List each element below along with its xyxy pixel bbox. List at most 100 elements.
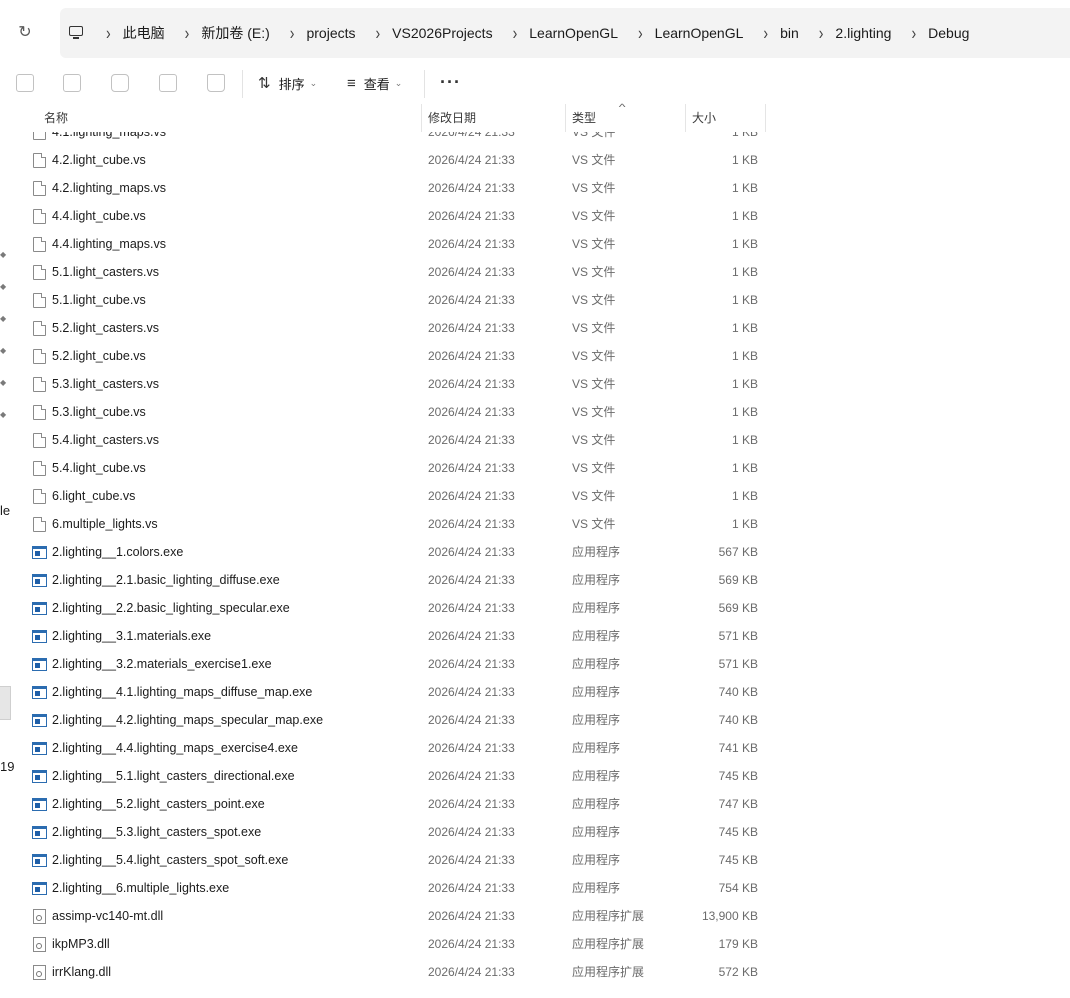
chevron-right-icon[interactable]: › xyxy=(911,23,916,44)
command-bar: ⇅ 排序 ⌄ ≡ 查看 ⌄ ··· xyxy=(0,62,1070,105)
breadcrumb-item[interactable]: LearnOpenGL xyxy=(529,25,618,41)
file-row[interactable]: 5.1.light_casters.vs 2026/4/24 21:33 VS 文件… xyxy=(0,258,1070,286)
file-row[interactable]: 5.2.light_cube.vs 2026/4/24 21:33 VS 文件 1 K… xyxy=(0,342,1070,370)
breadcrumb-item[interactable]: VS2026Projects xyxy=(392,25,492,41)
breadcrumb-item[interactable]: 新加卷 (E:) xyxy=(201,23,269,43)
file-row[interactable]: 2.lighting__4.1.lighting_maps_diffuse_ma… xyxy=(0,678,1070,706)
chevron-right-icon[interactable]: › xyxy=(638,23,643,44)
file-type: 应用程序 xyxy=(572,601,621,615)
breadcrumb-item[interactable]: LearnOpenGL xyxy=(655,25,744,41)
file-row[interactable]: 2.lighting__4.4.lighting_maps_exercise4.… xyxy=(0,734,1070,762)
file-row[interactable]: 2.lighting__5.2.light_casters_point.exe 2… xyxy=(0,790,1070,818)
doc-icon xyxy=(33,181,46,196)
file-row[interactable]: 5.4.light_casters.vs 2026/4/24 21:33 VS 文件… xyxy=(0,426,1070,454)
file-row[interactable]: irrKlang.dll 2026/4/24 21:33 应用程序扩展 572 KB xyxy=(0,958,1070,986)
file-date: 2026/4/24 21:33 xyxy=(428,825,515,839)
chevron-right-icon[interactable]: › xyxy=(513,23,518,44)
file-row[interactable]: 5.4.light_cube.vs 2026/4/24 21:33 VS 文件 1 K… xyxy=(0,454,1070,482)
file-size: 1 KB xyxy=(731,209,758,223)
file-row[interactable]: 5.2.light_casters.vs 2026/4/24 21:33 VS 文件… xyxy=(0,314,1070,342)
sort-button[interactable]: ⇅ 排序 ⌄ xyxy=(258,72,317,94)
view-button[interactable]: ≡ 查看 ⌄ xyxy=(347,72,402,94)
file-row[interactable]: 2.lighting__5.1.light_casters_directiona… xyxy=(0,762,1070,790)
file-row[interactable]: 2.lighting__3.2.materials_exercise1.exe 2… xyxy=(0,650,1070,678)
chevron-right-icon[interactable]: › xyxy=(185,23,190,44)
breadcrumb-item[interactable]: bin xyxy=(780,25,799,41)
column-divider[interactable] xyxy=(685,104,686,132)
file-row[interactable]: 6.multiple_lights.vs 2026/4/24 21:33 VS 文件… xyxy=(0,510,1070,538)
file-size: 571 KB xyxy=(718,657,758,671)
file-type: VS 文件 xyxy=(572,377,616,391)
chevron-right-icon[interactable]: › xyxy=(819,23,824,44)
file-name: irrKlang.dll xyxy=(52,965,112,979)
more-options-button[interactable]: ··· xyxy=(440,72,461,93)
file-date: 2026/4/24 21:33 xyxy=(428,629,515,643)
breadcrumb[interactable]: › 此电脑 › 新加卷 (E:) › projects › VS2026Proj… xyxy=(60,8,1070,58)
file-row[interactable]: 4.4.light_cube.vs 2026/4/24 21:33 VS 文件 1 K… xyxy=(0,202,1070,230)
breadcrumb-item[interactable]: 2.lighting xyxy=(835,25,891,41)
file-size: 571 KB xyxy=(718,629,758,643)
file-row[interactable]: assimp-vc140-mt.dll 2026/4/24 21:33 应用程序扩展… xyxy=(0,902,1070,930)
file-row[interactable]: 4.2.light_cube.vs 2026/4/24 21:33 VS 文件 1 K… xyxy=(0,146,1070,174)
exe-icon xyxy=(32,798,47,811)
delete-icon[interactable] xyxy=(207,74,225,92)
chevron-right-icon[interactable]: › xyxy=(376,23,381,44)
file-row[interactable]: 4.2.lighting_maps.vs 2026/4/24 21:33 VS 文件… xyxy=(0,174,1070,202)
file-size: 745 KB xyxy=(718,825,758,839)
column-type[interactable]: 类型 xyxy=(572,104,596,132)
file-type: VS 文件 xyxy=(572,321,616,335)
file-row[interactable]: 6.light_cube.vs 2026/4/24 21:33 VS 文件 1 KB xyxy=(0,482,1070,510)
file-row[interactable]: 2.lighting__5.4.light_casters_spot_soft.… xyxy=(0,846,1070,874)
chevron-right-icon[interactable]: › xyxy=(763,23,768,44)
file-row[interactable]: 5.3.light_casters.vs 2026/4/24 21:33 VS 文件… xyxy=(0,370,1070,398)
file-row[interactable]: 2.lighting__2.2.basic_lighting_specular.… xyxy=(0,594,1070,622)
file-row[interactable]: 2.lighting__6.multiple_lights.exe 2026/4/… xyxy=(0,874,1070,902)
file-type: VS 文件 xyxy=(572,181,616,195)
breadcrumb-item[interactable]: projects xyxy=(306,25,355,41)
file-size: 13,900 KB xyxy=(701,909,758,923)
file-row[interactable]: 2.lighting__2.1.basic_lighting_diffuse.e… xyxy=(0,566,1070,594)
exe-icon xyxy=(32,546,47,559)
exe-icon xyxy=(32,742,47,755)
file-size: 569 KB xyxy=(718,573,758,587)
file-date: 2026/4/24 21:33 xyxy=(428,601,515,615)
file-type: 应用程序 xyxy=(572,825,621,839)
copy-icon[interactable] xyxy=(16,74,34,92)
nav-pane-item[interactable] xyxy=(0,686,11,720)
file-row[interactable]: 2.lighting__4.2.lighting_maps_specular_m… xyxy=(0,706,1070,734)
file-date: 2026/4/24 21:33 xyxy=(428,433,515,447)
this-pc-icon[interactable] xyxy=(68,26,86,40)
file-row[interactable]: 5.3.light_cube.vs 2026/4/24 21:33 VS 文件 1 K… xyxy=(0,398,1070,426)
file-row[interactable]: ikpMP3.dll 2026/4/24 21:33 应用程序扩展 179 KB xyxy=(0,930,1070,958)
column-name[interactable]: 名称 xyxy=(44,104,68,132)
file-row[interactable]: 5.1.light_cube.vs 2026/4/24 21:33 VS 文件 1 K… xyxy=(0,286,1070,314)
breadcrumb-item[interactable]: 此电脑 xyxy=(123,23,165,43)
column-date[interactable]: 修改日期 xyxy=(428,104,476,132)
doc-icon xyxy=(33,377,46,392)
file-type: VS 文件 xyxy=(572,489,616,503)
file-size: 1 KB xyxy=(731,153,758,167)
rename-icon[interactable] xyxy=(111,74,129,92)
doc-icon xyxy=(33,349,46,364)
column-divider[interactable] xyxy=(421,104,422,132)
file-type: 应用程序 xyxy=(572,741,621,755)
view-label: 查看 xyxy=(363,76,390,92)
chevron-right-icon[interactable]: › xyxy=(290,23,295,44)
column-divider[interactable] xyxy=(565,104,566,132)
column-divider[interactable] xyxy=(765,104,766,132)
file-row[interactable]: 2.lighting__1.colors.exe 2026/4/24 21:33 应… xyxy=(0,538,1070,566)
file-row[interactable]: 2.lighting__5.3.light_casters_spot.exe 20… xyxy=(0,818,1070,846)
chevron-right-icon[interactable]: › xyxy=(106,23,111,44)
file-size: 741 KB xyxy=(718,741,758,755)
file-row[interactable]: 4.4.lighting_maps.vs 2026/4/24 21:33 VS 文件… xyxy=(0,230,1070,258)
file-name: 2.lighting__2.2.basic_lighting_specular.… xyxy=(52,601,290,615)
file-type: VS 文件 xyxy=(572,209,616,223)
share-icon[interactable] xyxy=(159,74,177,92)
file-type: VS 文件 xyxy=(572,293,616,307)
column-size[interactable]: 大小 xyxy=(692,104,716,132)
breadcrumb-item[interactable]: Debug xyxy=(928,25,969,41)
file-row[interactable]: 2.lighting__3.1.materials.exe 2026/4/24 2… xyxy=(0,622,1070,650)
paste-icon[interactable] xyxy=(63,74,81,92)
refresh-icon[interactable]: ↻ xyxy=(16,24,34,42)
pin-icon: ◆ xyxy=(0,314,7,323)
